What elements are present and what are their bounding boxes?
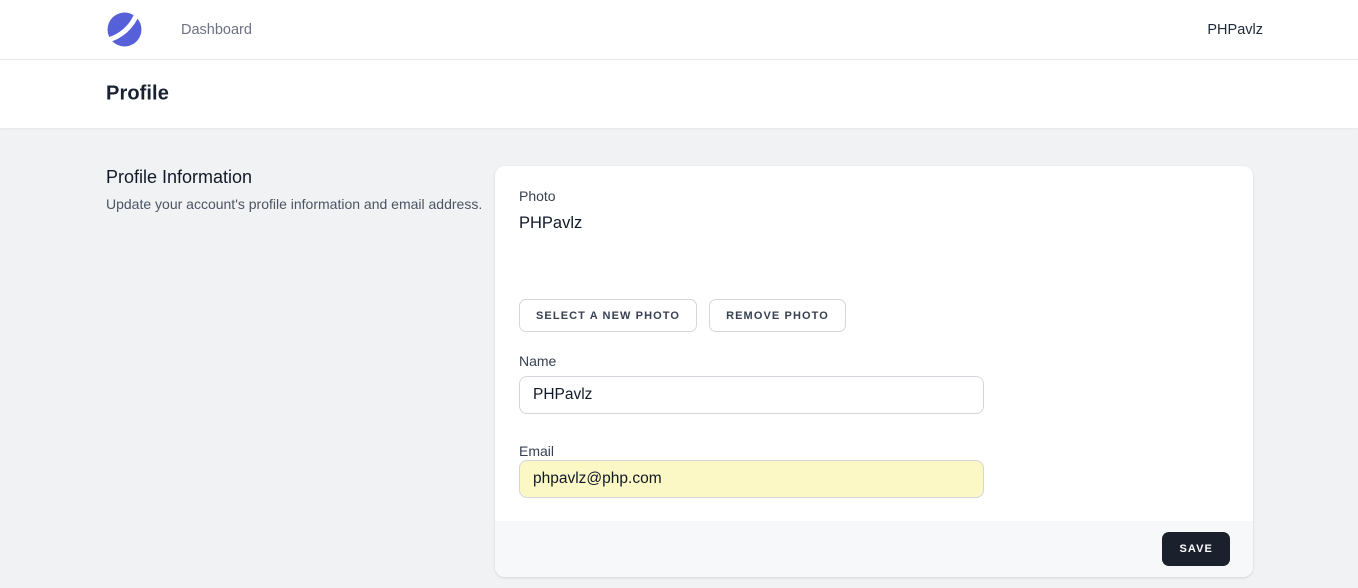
photo-buttons-row: SELECT A NEW PHOTO REMOVE PHOTO — [519, 299, 846, 332]
nav-link-dashboard[interactable]: Dashboard — [181, 0, 252, 59]
save-button[interactable]: SAVE — [1162, 532, 1230, 566]
name-input[interactable] — [519, 376, 984, 414]
email-input[interactable] — [519, 460, 984, 498]
profile-form-card: Photo PHPavlz SELECT A NEW PHOTO REMOVE … — [495, 166, 1253, 577]
photo-label: Photo — [519, 188, 556, 204]
page-title: Profile — [106, 83, 169, 106]
app-logo-icon[interactable] — [106, 11, 143, 48]
section-description: Update your account's profile informatio… — [106, 196, 486, 212]
remove-photo-button[interactable]: REMOVE PHOTO — [709, 299, 846, 332]
email-label: Email — [519, 443, 554, 459]
select-new-photo-button[interactable]: SELECT A NEW PHOTO — [519, 299, 697, 332]
user-menu-button[interactable]: PHPavlz — [1201, 0, 1269, 59]
name-label: Name — [519, 353, 556, 369]
top-nav: Dashboard PHPavlz — [0, 0, 1358, 60]
photo-preview: PHPavlz — [519, 214, 582, 233]
page-header: Profile — [0, 60, 1358, 128]
section-title: Profile Information — [106, 167, 486, 188]
card-footer: SAVE — [495, 521, 1253, 577]
section-intro: Profile Information Update your account'… — [106, 167, 486, 212]
